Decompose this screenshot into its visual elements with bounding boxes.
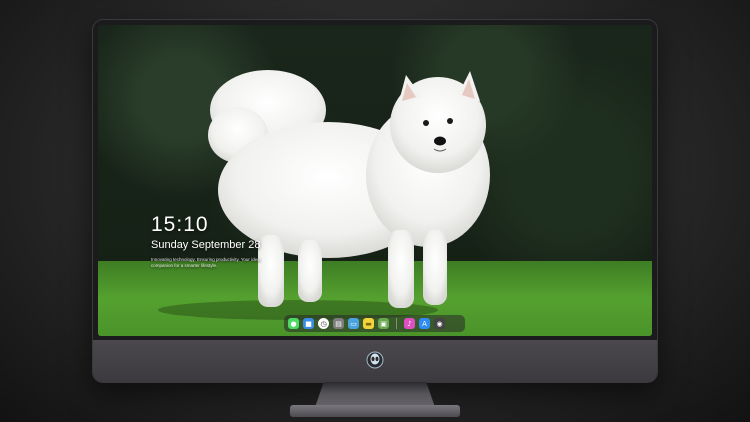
finder-icon[interactable]: ■ — [303, 318, 314, 329]
camera-icon[interactable]: ◉ — [434, 318, 445, 329]
app-store-icon[interactable]: A — [419, 318, 430, 329]
dock: ● ■ ◷ ▤ ▭ ▬ ▣ ♪ A ◉ — [284, 315, 465, 332]
notes-icon[interactable]: ▬ — [363, 318, 374, 329]
lock-tagline: Innovating technology. Ensuring producti… — [151, 257, 261, 268]
lock-clock: 15:10 — [151, 213, 209, 236]
clock-app-icon[interactable]: ◷ — [318, 318, 329, 329]
music-icon[interactable]: ♪ — [404, 318, 415, 329]
lock-date: Sunday September 28 — [151, 239, 261, 251]
media-icon[interactable]: ▤ — [333, 318, 344, 329]
photos-icon[interactable]: ▣ — [378, 318, 389, 329]
lock-screen[interactable]: 15:10 Sunday September 28 Innovating tec… — [98, 25, 652, 336]
alien-logo-icon — [366, 351, 384, 369]
wallpaper-dog-image — [158, 70, 490, 320]
monitor-stand-base — [290, 405, 460, 417]
files-icon[interactable]: ▭ — [348, 318, 359, 329]
messages-icon[interactable]: ● — [288, 318, 299, 329]
dock-separator — [396, 318, 397, 329]
